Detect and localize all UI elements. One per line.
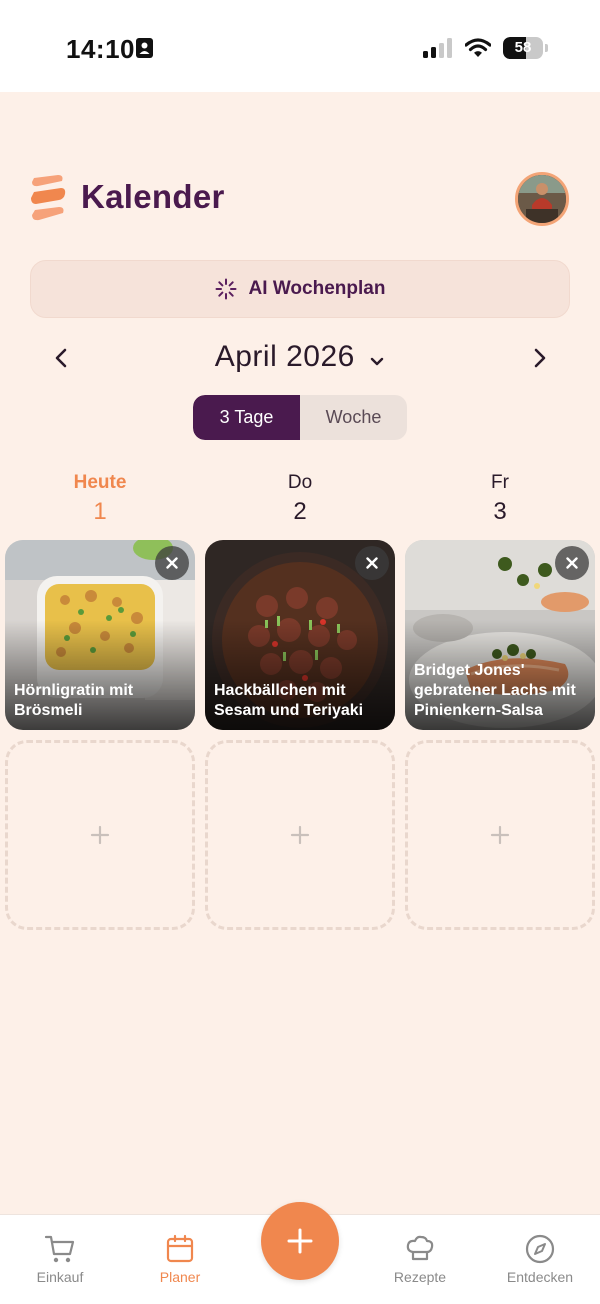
compass-icon — [525, 1234, 555, 1264]
chef-hat-icon — [406, 1235, 434, 1261]
day-name: Heute — [73, 472, 127, 493]
meal-title: Hackbällchen mit Sesam und Teriyaki — [214, 682, 364, 719]
close-icon — [366, 557, 378, 569]
nav-item-rezepte[interactable]: Rezepte — [370, 1233, 470, 1285]
chevron-down-icon — [371, 357, 384, 365]
tab-3-days[interactable]: 3 Tage — [193, 395, 300, 440]
day-name: Fr — [491, 472, 509, 493]
wifi-icon — [465, 38, 491, 57]
remove-meal-button[interactable] — [355, 546, 389, 580]
battery-indicator: 58 — [503, 37, 543, 59]
nav-label: Planer — [159, 1269, 201, 1285]
month-label: April 2026 — [214, 340, 355, 373]
battery-level: 58 — [514, 39, 532, 56]
remove-meal-button[interactable] — [555, 546, 589, 580]
close-icon — [566, 557, 578, 569]
add-meal-slot[interactable] — [405, 740, 595, 930]
nav-label: Einkauf — [36, 1269, 84, 1285]
tab-week[interactable]: Woche — [300, 395, 407, 440]
month-navigation: April 2026 — [0, 330, 600, 386]
close-icon — [166, 557, 178, 569]
plus-icon — [287, 1228, 313, 1254]
add-meal-slot[interactable] — [5, 740, 195, 930]
meal-title: Bridget Jones' gebratener Lachs mit Pini… — [414, 662, 576, 719]
battery-nub — [545, 44, 548, 52]
cart-icon — [44, 1235, 75, 1263]
nav-item-planer[interactable]: Planer — [130, 1233, 230, 1285]
day-number: 1 — [93, 498, 107, 525]
day-number: 3 — [493, 498, 507, 525]
signal-icon — [423, 38, 452, 58]
nav-item-entdecken[interactable]: Entdecken — [490, 1233, 590, 1285]
user-avatar[interactable] — [515, 172, 569, 226]
contact-card-icon — [136, 38, 153, 58]
meal-card[interactable]: Bridget Jones' gebratener Lachs mit Pini… — [405, 540, 595, 730]
day-header-friday[interactable]: Fr 3 — [405, 472, 595, 526]
add-button[interactable] — [261, 1202, 339, 1280]
day-header-today[interactable]: Heute 1 — [5, 472, 195, 526]
app-logo-icon — [31, 175, 66, 221]
plus-icon — [90, 825, 110, 845]
meal-card[interactable]: Hörnligratin mit Brösmeli — [5, 540, 195, 730]
nav-label: Entdecken — [506, 1269, 574, 1285]
status-bar: 14:10 58 — [0, 0, 600, 92]
month-selector[interactable]: April 2026 — [0, 340, 600, 374]
day-number: 2 — [293, 498, 307, 525]
loading-spinner-icon — [215, 278, 237, 300]
calendar-icon — [166, 1234, 194, 1263]
view-toggle: 3 Tage Woche — [193, 395, 407, 440]
ai-weekplan-label: AI Wochenplan — [248, 278, 386, 299]
nav-label: Rezepte — [393, 1269, 447, 1285]
add-meal-slot[interactable] — [205, 740, 395, 930]
page-title: Kalender — [81, 178, 225, 215]
plus-icon — [490, 825, 510, 845]
status-time: 14:10 — [66, 34, 135, 64]
meal-title: Hörnligratin mit Brösmeli — [14, 682, 134, 719]
meal-card[interactable]: Hackbällchen mit Sesam und Teriyaki — [205, 540, 395, 730]
day-header-thursday[interactable]: Do 2 — [205, 472, 395, 526]
avatar-photo — [518, 175, 566, 223]
ai-weekplan-button[interactable]: AI Wochenplan — [30, 260, 570, 318]
status-indicators: 58 — [423, 36, 548, 60]
nav-item-einkauf[interactable]: Einkauf — [10, 1233, 110, 1285]
plus-icon — [290, 825, 310, 845]
day-name: Do — [287, 472, 313, 493]
next-month-chevron-icon[interactable] — [525, 344, 553, 372]
remove-meal-button[interactable] — [155, 546, 189, 580]
